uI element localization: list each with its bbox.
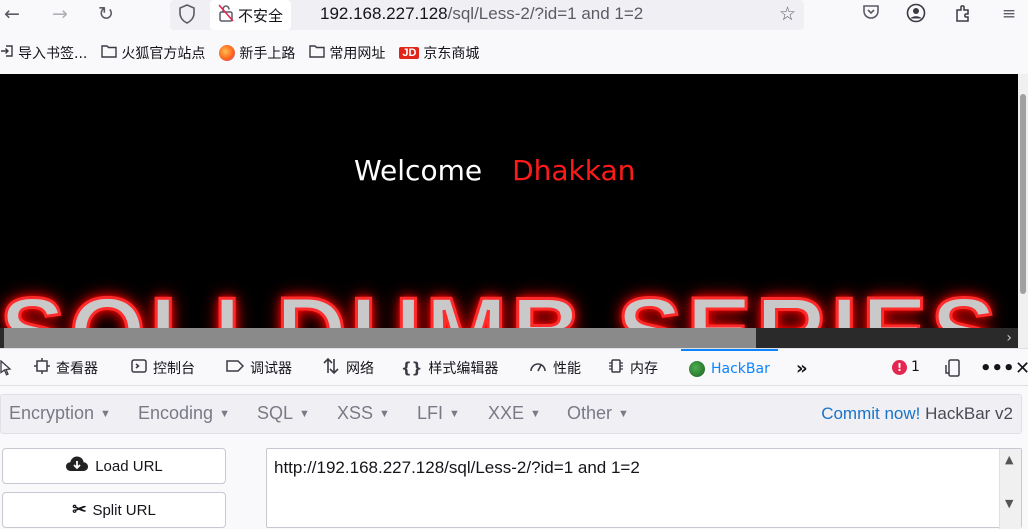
tab-console[interactable]: 控制台 bbox=[131, 349, 195, 387]
menu-other[interactable]: Other ▼ bbox=[567, 403, 629, 424]
tab-style-editor[interactable]: {} 样式编辑器 bbox=[401, 349, 498, 387]
chevron-down-icon: ▼ bbox=[618, 408, 629, 421]
menu-sql[interactable]: SQL ▼ bbox=[257, 403, 310, 424]
tab-hackbar[interactable]: HackBar bbox=[681, 349, 778, 387]
folder-icon bbox=[101, 44, 118, 62]
chevron-down-icon: ▼ bbox=[530, 408, 541, 421]
url-textarea[interactable]: http://192.168.227.128/sql/Less-2/?id=1 … bbox=[266, 448, 1022, 529]
menu-xss[interactable]: XSS ▼ bbox=[337, 403, 390, 424]
bookmark-import[interactable]: 导入书签... bbox=[0, 43, 87, 63]
tab-inspector[interactable]: 查看器 bbox=[34, 349, 98, 387]
bookmark-getting-started[interactable]: 新手上路 bbox=[219, 43, 295, 63]
menu-icon[interactable]: ≡ bbox=[998, 3, 1020, 25]
chevron-down-icon: ▼ bbox=[449, 408, 460, 421]
memory-icon bbox=[608, 358, 624, 378]
chevron-down-icon: ▼ bbox=[299, 408, 310, 421]
tab-network[interactable]: 网络 bbox=[322, 349, 374, 387]
page-content: Welcome Dhakkan SQLI DUMB SERIES bbox=[0, 74, 1018, 348]
back-icon[interactable]: ← bbox=[0, 2, 24, 26]
inspector-icon bbox=[34, 358, 50, 378]
devtools-tab-strip: 查看器 控制台 调试器 网络 {} 样式编辑器 性能 内存 HackBar » … bbox=[0, 348, 1028, 386]
commit-now-link[interactable]: Commit now! bbox=[821, 404, 920, 423]
menu-encryption[interactable]: Encryption ▼ bbox=[9, 403, 111, 424]
bookmark-jd[interactable]: JD 京东商城 bbox=[399, 43, 479, 63]
account-icon[interactable] bbox=[905, 3, 927, 25]
split-url-button[interactable]: ✂ Split URL bbox=[2, 492, 226, 528]
console-icon bbox=[131, 358, 147, 378]
jd-icon: JD bbox=[399, 47, 420, 59]
scissors-icon: ✂ bbox=[72, 500, 87, 519]
performance-icon bbox=[529, 358, 547, 378]
responsive-design-icon[interactable] bbox=[944, 349, 962, 387]
bookmark-firefox-site[interactable]: 火狐官方站点 bbox=[101, 43, 205, 63]
menu-xxe[interactable]: XXE ▼ bbox=[488, 403, 541, 424]
bookmarks-bar: 导入书签... 火狐官方站点 新手上路 常用网址 JD 京东商城 bbox=[0, 40, 1028, 66]
welcome-message: Welcome Dhakkan bbox=[354, 154, 636, 187]
textarea-scrollbar[interactable]: ▲ ▼ bbox=[999, 449, 1021, 529]
debugger-icon bbox=[226, 359, 245, 377]
page-horizontal-scrollbar[interactable]: › bbox=[0, 328, 1018, 348]
reload-icon[interactable]: ↻ bbox=[94, 2, 118, 26]
network-icon bbox=[322, 357, 340, 379]
load-url-button[interactable]: Load URL bbox=[2, 448, 226, 484]
bookmark-star-icon[interactable]: ☆ bbox=[779, 3, 796, 25]
extensions-icon[interactable] bbox=[952, 3, 974, 25]
scroll-up-icon[interactable]: ▲ bbox=[1005, 453, 1013, 466]
error-count-badge[interactable]: ! 1 bbox=[892, 359, 920, 375]
style-editor-icon: {} bbox=[401, 359, 423, 377]
forward-icon[interactable]: → bbox=[48, 2, 72, 26]
pocket-icon[interactable] bbox=[860, 3, 882, 25]
welcome-name: Dhakkan bbox=[512, 154, 636, 187]
hackbar-menu-bar: Encryption ▼ Encoding ▼ SQL ▼ XSS ▼ LFI ▼ XXE… bbox=[0, 394, 1022, 434]
bookmark-common-sites[interactable]: 常用网址 bbox=[309, 43, 385, 63]
close-devtools-icon[interactable]: ✕ bbox=[1015, 349, 1028, 387]
insecure-label: 不安全 bbox=[238, 6, 284, 25]
insecure-indicator[interactable]: 不安全 bbox=[210, 0, 292, 30]
page-vertical-scrollbar[interactable] bbox=[1018, 74, 1028, 348]
chevron-down-icon: ▼ bbox=[379, 408, 390, 421]
firefox-icon bbox=[219, 45, 236, 61]
more-options-icon[interactable]: ••• bbox=[980, 349, 1015, 387]
error-icon: ! bbox=[892, 359, 907, 375]
shield-icon[interactable] bbox=[178, 4, 198, 26]
chevron-down-icon: ▼ bbox=[100, 408, 111, 421]
hackbar-version: HackBar v2 bbox=[925, 404, 1013, 423]
folder-icon bbox=[309, 44, 326, 62]
menu-encoding[interactable]: Encoding ▼ bbox=[138, 403, 230, 424]
url-text[interactable]: 192.168.227.128/sql/Less-2/?id=1 and 1=2 bbox=[320, 4, 643, 24]
commit-info: Commit now! HackBar v2 bbox=[821, 404, 1013, 424]
browser-toolbar: ← → ↻ 不安全 192.168.227.128/sql/Less-2/?id… bbox=[0, 0, 1028, 30]
more-tabs-icon[interactable]: » bbox=[796, 349, 808, 387]
url-bar[interactable]: 不安全 192.168.227.128/sql/Less-2/?id=1 and… bbox=[170, 0, 804, 30]
scroll-right-icon[interactable]: › bbox=[1006, 328, 1012, 348]
tab-performance[interactable]: 性能 bbox=[529, 349, 581, 387]
cloud-download-icon bbox=[65, 455, 89, 477]
tab-debugger[interactable]: 调试器 bbox=[226, 349, 292, 387]
element-picker-icon[interactable] bbox=[0, 349, 12, 387]
hackbar-icon bbox=[689, 361, 705, 377]
import-icon bbox=[0, 44, 14, 62]
scroll-down-icon[interactable]: ▼ bbox=[1005, 497, 1013, 510]
chevron-down-icon: ▼ bbox=[219, 408, 230, 421]
menu-lfi[interactable]: LFI ▼ bbox=[417, 403, 460, 424]
insecure-lock-icon bbox=[218, 4, 234, 26]
tab-memory[interactable]: 内存 bbox=[608, 349, 658, 387]
